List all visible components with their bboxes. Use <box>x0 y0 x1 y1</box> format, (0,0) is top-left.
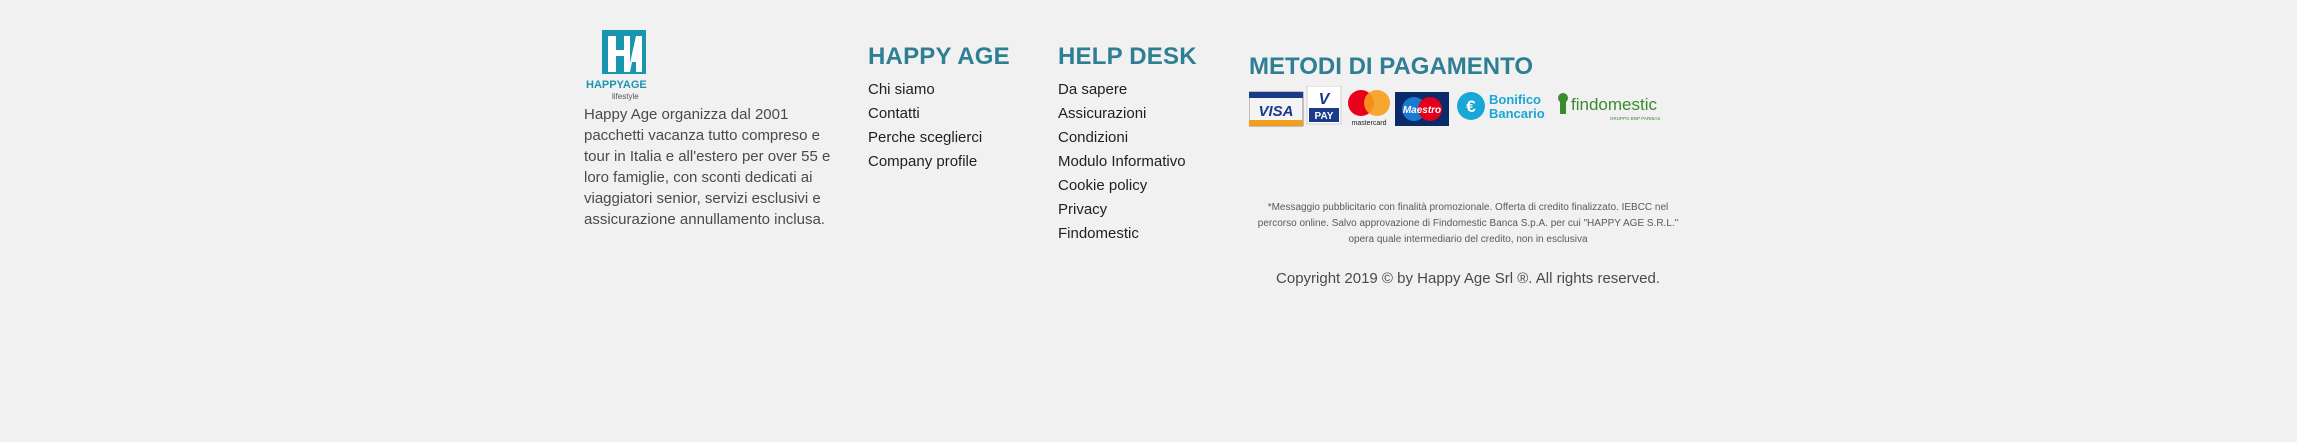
maestro-card-icon: Maestro <box>1395 92 1449 126</box>
about-text: Happy Age organizza dal 2001 pacchetti v… <box>584 106 831 228</box>
happy-age-column: HAPPY AGE Chi siamo Contatti Perche sceg… <box>868 42 1010 174</box>
vpay-pay-text: PAY <box>1315 111 1334 122</box>
vpay-card-icon: V PAY <box>1306 85 1342 125</box>
happy-age-links: Chi siamo Contatti Perche sceglierci Com… <box>868 78 1010 174</box>
happy-age-heading: HAPPY AGE <box>868 43 1010 70</box>
credit-disclaimer: *Messaggio pubblicitario con finalità pr… <box>1257 202 1679 245</box>
link-assicurazioni[interactable]: Assicurazioni <box>1058 102 1197 126</box>
payments-section: METODI DI PAGAMENTO <box>1249 52 1533 82</box>
visa-card-icon: VISA <box>1248 91 1304 127</box>
link-modulo-informativo[interactable]: Modulo Informativo <box>1058 150 1197 174</box>
happy-age-logo[interactable]: HAPPYAGE lifestyle <box>584 28 668 102</box>
mastercard-icon: mastercard <box>1348 90 1390 127</box>
findomestic-icon: findomestic GRUPPO BNP PARIBAS <box>1558 93 1660 121</box>
visa-text: VISA <box>1258 103 1293 120</box>
svg-text:€: € <box>1466 97 1476 116</box>
link-contatti[interactable]: Contatti <box>868 102 1010 126</box>
help-desk-links: Da sapere Assicurazioni Condizioni Modul… <box>1058 78 1197 246</box>
link-chi-siamo[interactable]: Chi siamo <box>868 78 1010 102</box>
payments-heading: METODI DI PAGAMENTO <box>1249 53 1534 80</box>
help-desk-column: HELP DESK Da sapere Assicurazioni Condiz… <box>1058 42 1197 246</box>
maestro-text: Maestro <box>1403 105 1441 116</box>
findomestic-sub-text: GRUPPO BNP PARIBAS <box>1610 116 1660 121</box>
vpay-v-text: V <box>1319 91 1331 108</box>
bonifico-bancario-icon: € Bonifico Bancario <box>1457 92 1545 121</box>
link-perche-sceglierci[interactable]: Perche sceglierci <box>868 126 1010 150</box>
link-da-sapere[interactable]: Da sapere <box>1058 78 1197 102</box>
link-company-profile[interactable]: Company profile <box>868 150 1010 174</box>
findomestic-text: findomestic <box>1571 95 1657 114</box>
payment-methods: VISA V PAY mastercard Maestro € Bonifico… <box>1248 85 1689 128</box>
link-cookie-policy[interactable]: Cookie policy <box>1058 174 1197 198</box>
link-privacy[interactable]: Privacy <box>1058 198 1197 222</box>
bonifico-line2: Bancario <box>1489 106 1545 121</box>
link-condizioni[interactable]: Condizioni <box>1058 126 1197 150</box>
logo-tagline: lifestyle <box>612 92 639 101</box>
bonifico-line1: Bonifico <box>1489 92 1541 107</box>
link-findomestic[interactable]: Findomestic <box>1058 222 1197 246</box>
mastercard-text: mastercard <box>1351 120 1386 127</box>
help-desk-heading: HELP DESK <box>1058 43 1197 70</box>
logo-brand-text: HAPPYAGE <box>586 79 647 91</box>
copyright-text: Copyright 2019 © by Happy Age Srl ®. All… <box>1276 270 1660 287</box>
